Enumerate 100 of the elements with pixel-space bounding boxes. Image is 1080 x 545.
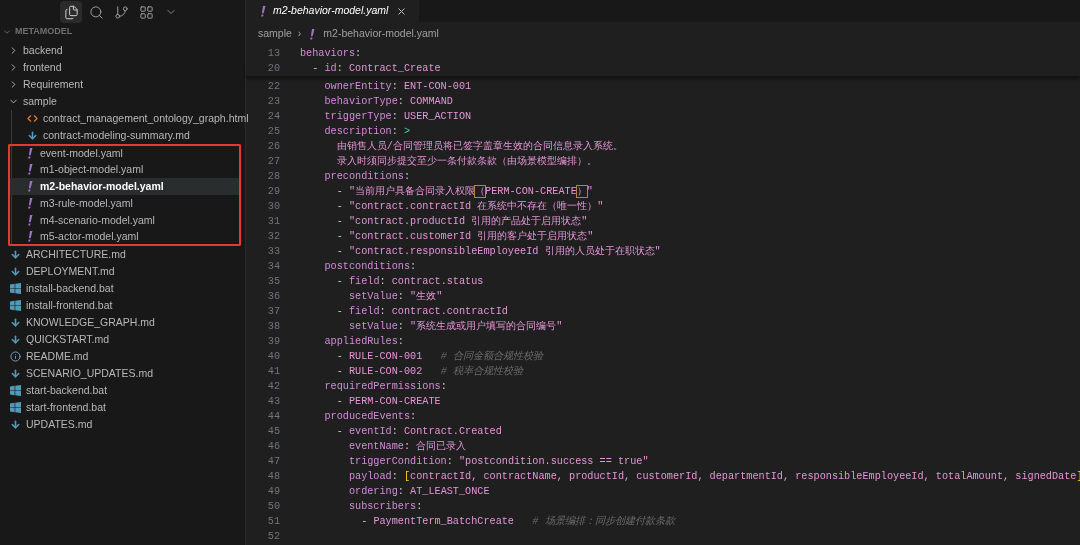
line-number: 27 xyxy=(266,155,280,169)
windows-icon xyxy=(10,283,21,294)
code-line: eventName: 合同已录入 xyxy=(347,440,467,454)
code-line: ordering: AT_LEAST_ONCE xyxy=(347,485,490,499)
chevron-down-icon xyxy=(2,27,12,37)
file-item[interactable]: ARCHITECTURE.md xyxy=(0,246,245,263)
exclamation-icon xyxy=(27,181,33,192)
code-line: - "contract.customerId 引用的客户处于启用状态" xyxy=(335,229,594,244)
line-number: 33 xyxy=(266,245,280,259)
code-line: - "contract.productId 引用的产品处于启用状态" xyxy=(335,214,588,229)
folder-item[interactable]: Requirement xyxy=(0,76,245,93)
explorer-header[interactable]: METAMODEL xyxy=(15,25,73,39)
code-line: ownerEntity: ENT-CON-001 xyxy=(323,80,472,94)
code-line: 录入时须同步提交至少一条付款条款（由场景模型编排）。 xyxy=(335,154,597,169)
file-item[interactable]: start-backend.bat xyxy=(0,382,245,399)
exclamation-icon xyxy=(27,215,33,226)
file-item[interactable]: m3-rule-model.yaml xyxy=(8,195,241,212)
file-item[interactable]: m5-actor-model.yaml xyxy=(8,229,241,246)
line-number: 22 xyxy=(266,80,280,94)
file-item[interactable]: install-backend.bat xyxy=(0,280,245,297)
file-item[interactable]: KNOWLEDGE_GRAPH.md xyxy=(0,314,245,331)
code-line: - PERM-CON-CREATE xyxy=(335,395,441,409)
code-line: triggerType: USER_ACTION xyxy=(323,110,472,124)
file-item[interactable]: DEPLOYMENT.md xyxy=(0,263,245,280)
file-item[interactable]: m2-behavior-model.yaml xyxy=(8,178,241,195)
windows-icon xyxy=(10,402,21,413)
code-line: appliedRules: xyxy=(323,335,404,349)
exclamation-icon xyxy=(27,198,33,209)
breadcrumb-item[interactable]: m2-behavior-model.yaml xyxy=(323,26,439,42)
line-number: 46 xyxy=(266,440,280,454)
line-number: 29 xyxy=(266,185,280,199)
line-number: 32 xyxy=(266,230,280,244)
line-number: 44 xyxy=(266,410,280,424)
breadcrumb-item[interactable]: sample xyxy=(258,26,292,42)
line-number: 47 xyxy=(266,455,280,469)
windows-icon xyxy=(10,385,21,396)
file-item[interactable]: install-frontend.bat xyxy=(0,297,245,314)
file-item[interactable]: UPDATES.md xyxy=(0,416,245,433)
line-number: 38 xyxy=(266,320,280,334)
code-line: - field: contract.status xyxy=(335,275,484,289)
code-line: - id: Contract_Create xyxy=(311,62,441,76)
code-line: requiredPermissions: xyxy=(323,380,447,394)
file-item[interactable]: event-model.yaml xyxy=(8,144,241,161)
line-number: 43 xyxy=(266,395,280,409)
folder-item[interactable]: sample xyxy=(0,93,245,110)
exclamation-icon xyxy=(309,28,316,40)
line-number: 28 xyxy=(266,170,280,184)
file-item[interactable]: README.md xyxy=(0,348,245,365)
arrow-down-icon xyxy=(27,130,38,141)
code-line: - "contract.responsibleEmployeeId 引用的人员处于在职状态" xyxy=(335,244,661,259)
code-line: - PaymentTerm_BatchCreate # 场景编排：同步创建付款条款 xyxy=(360,514,675,529)
line-number: 41 xyxy=(266,365,280,379)
arrow-down-icon xyxy=(10,266,21,277)
line-number: 48 xyxy=(266,470,280,484)
line-number: 45 xyxy=(266,425,280,439)
line-number: 50 xyxy=(266,500,280,514)
line-number: 20 xyxy=(266,62,280,76)
exclamation-icon xyxy=(27,231,33,242)
editor-tab[interactable]: m2-behavior-model.yaml xyxy=(246,0,420,22)
folder-item[interactable]: frontend xyxy=(0,59,245,76)
exclamation-icon xyxy=(27,148,33,159)
arrow-down-icon xyxy=(10,249,21,260)
line-number: 42 xyxy=(266,380,280,394)
line-number: 13 xyxy=(266,47,280,61)
file-item[interactable]: m4-scenario-model.yaml xyxy=(8,212,241,229)
code-line: - eventId: Contract.Created xyxy=(335,425,502,439)
code-line: - RULE-CON-001 # 合同金额合规性校验 xyxy=(335,349,543,364)
exclamation-icon xyxy=(27,164,33,175)
line-number: 39 xyxy=(266,335,280,349)
code-line: behaviors: xyxy=(300,47,362,61)
code-line: postconditions: xyxy=(323,260,417,274)
line-number: 34 xyxy=(266,260,280,274)
close-icon[interactable] xyxy=(396,5,408,17)
line-number: 40 xyxy=(266,350,280,364)
code-line: description: > xyxy=(323,125,411,139)
file-item[interactable]: start-frontend.bat xyxy=(0,399,245,416)
line-number: 25 xyxy=(266,125,280,139)
file-item[interactable]: SCENARIO_UPDATES.md xyxy=(0,365,245,382)
folder-item[interactable]: backend xyxy=(0,42,245,59)
code-line: subscribers: xyxy=(347,500,423,514)
line-number: 52 xyxy=(266,530,280,544)
windows-icon xyxy=(10,300,21,311)
code-line: - field: contract.contractId xyxy=(335,305,508,319)
line-number: 36 xyxy=(266,290,280,304)
line-number: 30 xyxy=(266,200,280,214)
line-number: 24 xyxy=(266,110,280,124)
code-line: setValue: "系统生成或用户填写的合同编号" xyxy=(347,319,563,334)
arrow-down-icon xyxy=(10,317,21,328)
arrow-down-icon xyxy=(10,334,21,345)
files-icon[interactable] xyxy=(60,1,82,23)
line-number: 31 xyxy=(266,215,280,229)
code-line: triggerCondition: "postcondition.success == true" xyxy=(347,455,649,469)
code-line: 由销售人员/合同管理员将已签字盖章生效的合同信息录入系统。 xyxy=(335,139,623,154)
arrow-down-icon xyxy=(10,419,21,430)
file-item[interactable]: contract-modeling-summary.md xyxy=(12,127,245,144)
code-line: setValue: "生效" xyxy=(347,290,443,304)
exclamation-icon xyxy=(260,5,266,17)
file-item[interactable]: QUICKSTART.md xyxy=(0,331,245,348)
code-brackets-icon xyxy=(27,113,38,124)
code-line: producedEvents: xyxy=(323,410,417,424)
